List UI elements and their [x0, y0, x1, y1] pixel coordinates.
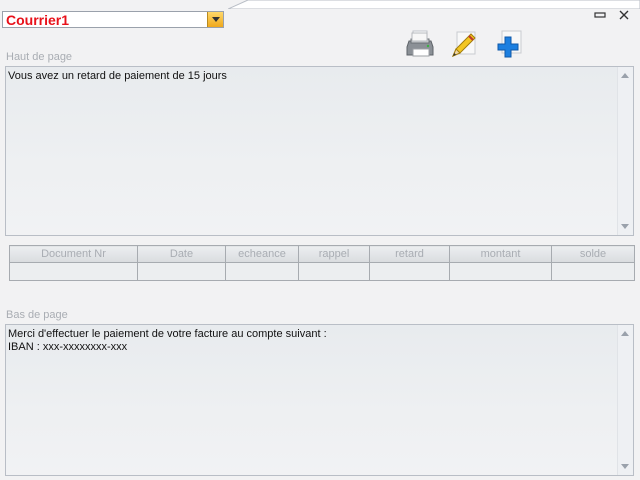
- header-section-label: Haut de page: [6, 51, 73, 63]
- documents-table: Document Nr Date echeance rappel retard …: [9, 245, 635, 281]
- header-textarea[interactable]: Vous avez un retard de paiement de 15 jo…: [5, 66, 634, 236]
- table-cell[interactable]: [369, 262, 450, 281]
- table-header-row: Document Nr Date echeance rappel retard …: [9, 245, 635, 263]
- minimize-button[interactable]: [592, 8, 608, 22]
- print-button[interactable]: [404, 29, 436, 61]
- table-cell[interactable]: [551, 262, 635, 281]
- column-header[interactable]: echeance: [225, 245, 299, 263]
- column-header[interactable]: montant: [449, 245, 552, 263]
- minimize-icon: [594, 12, 606, 18]
- add-button[interactable]: [492, 29, 524, 61]
- column-header[interactable]: Document Nr: [9, 245, 138, 263]
- chevron-down-icon[interactable]: [207, 12, 223, 27]
- table-cell[interactable]: [225, 262, 299, 281]
- window-controls: [592, 8, 632, 22]
- footer-text: Merci d'effectuer le paiement de votre f…: [8, 328, 327, 353]
- letter-select-value: Courrier1: [6, 12, 70, 28]
- header-scrollbar[interactable]: [617, 67, 633, 235]
- footer-scrollbar[interactable]: [617, 325, 633, 475]
- close-icon: [619, 10, 629, 20]
- column-header[interactable]: solde: [551, 245, 635, 263]
- table-cell[interactable]: [137, 262, 226, 281]
- printer-icon: [406, 30, 434, 57]
- plus-icon: [497, 30, 522, 58]
- table-cell[interactable]: [298, 262, 370, 281]
- table-cell[interactable]: [449, 262, 552, 281]
- column-header[interactable]: retard: [369, 245, 450, 263]
- pencil-icon: [452, 31, 476, 57]
- letter-select[interactable]: Courrier1: [2, 11, 224, 28]
- scroll-up-icon[interactable]: [621, 331, 629, 336]
- close-button[interactable]: [616, 8, 632, 22]
- footer-section-label: Bas de page: [6, 309, 68, 321]
- title-strip: [228, 0, 640, 9]
- column-header[interactable]: Date: [137, 245, 226, 263]
- table-cell[interactable]: [9, 262, 138, 281]
- footer-textarea[interactable]: Merci d'effectuer le paiement de votre f…: [5, 324, 634, 476]
- scroll-down-icon[interactable]: [621, 464, 629, 469]
- column-header[interactable]: rappel: [298, 245, 370, 263]
- table-row[interactable]: [9, 262, 635, 281]
- scroll-up-icon[interactable]: [621, 73, 629, 78]
- scroll-down-icon[interactable]: [621, 224, 629, 229]
- edit-button[interactable]: [448, 29, 480, 61]
- header-text: Vous avez un retard de paiement de 15 jo…: [8, 70, 227, 82]
